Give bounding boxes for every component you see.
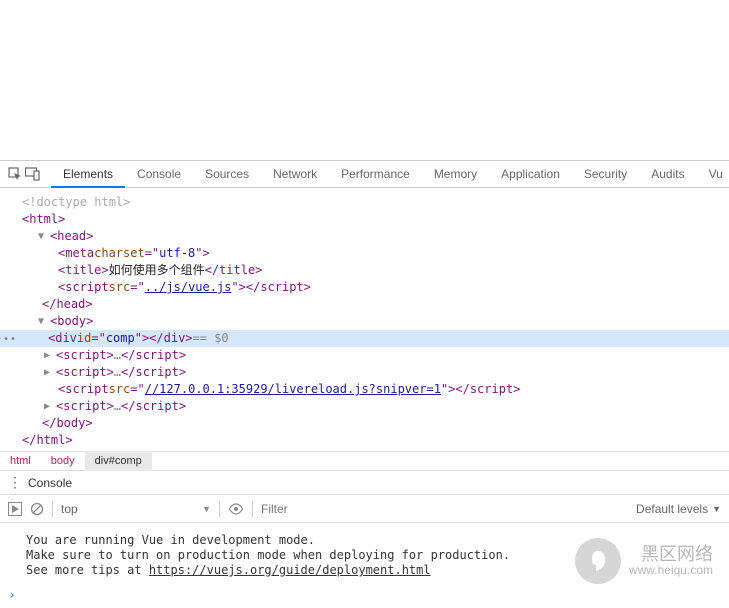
head-close-tag[interactable]: </head> (10, 296, 729, 313)
eye-icon[interactable] (228, 503, 244, 515)
watermark: 黑区网络 www.heiqu.com (575, 538, 713, 584)
breadcrumb: html body div#comp (0, 451, 729, 471)
selection-dots-icon: ••• (0, 331, 17, 348)
breadcrumb-div-comp[interactable]: div#comp (85, 451, 152, 471)
expand-icon[interactable]: ▶ (44, 398, 54, 415)
console-prompt[interactable]: › (0, 586, 729, 608)
separator (52, 501, 53, 517)
breadcrumb-body[interactable]: body (41, 451, 85, 471)
html-open-tag[interactable]: <html> (22, 211, 65, 228)
log-levels-selector[interactable]: Default levels ▼ (636, 502, 721, 516)
clear-console-icon[interactable] (30, 502, 44, 516)
play-icon[interactable] (8, 502, 22, 516)
script-node-collapsed[interactable]: ▶<script>…</script> (10, 347, 729, 364)
body-close-tag[interactable]: </body> (10, 415, 729, 432)
watermark-title: 黑区网络 (629, 545, 713, 565)
console-title: Console (28, 476, 72, 490)
script-livereload-node[interactable]: <script src="//127.0.0.1:35929/livereloa… (10, 381, 729, 398)
title-node[interactable]: <title>如何使用多个组件</title> (10, 262, 729, 279)
tab-elements[interactable]: Elements (51, 160, 125, 188)
device-toggle-icon[interactable] (25, 163, 41, 185)
tab-console[interactable]: Console (125, 160, 193, 188)
chevron-down-icon: ▼ (202, 504, 211, 514)
expand-body-icon[interactable]: ▼ (38, 313, 48, 330)
devtools-tabbar: Elements Console Sources Network Perform… (0, 160, 729, 188)
tab-network[interactable]: Network (261, 160, 329, 188)
body-open-tag[interactable]: <body> (50, 313, 93, 330)
separator (219, 501, 220, 517)
watermark-url: www.heiqu.com (629, 564, 713, 577)
tab-sources[interactable]: Sources (193, 160, 261, 188)
console-toolbar: top ▼ Default levels ▼ (0, 495, 729, 523)
kebab-menu-icon[interactable]: ⋮ (8, 474, 22, 491)
tab-security[interactable]: Security (572, 160, 639, 188)
watermark-logo-icon (575, 538, 621, 584)
meta-node[interactable]: <meta charset="utf-8"> (10, 245, 729, 262)
html-close-tag[interactable]: </html> (10, 432, 729, 449)
tab-vue[interactable]: Vu (697, 160, 729, 188)
expand-head-icon[interactable]: ▼ (38, 228, 48, 245)
inspect-icon[interactable] (8, 163, 23, 185)
script-node-collapsed[interactable]: ▶<script>…</script> (10, 398, 729, 415)
script-vue-node[interactable]: <script src="../js/vue.js"></script> (10, 279, 729, 296)
expand-icon[interactable]: ▶ (44, 347, 54, 364)
expand-icon[interactable]: ▶ (44, 364, 54, 381)
page-content-area (0, 0, 729, 160)
tab-memory[interactable]: Memory (422, 160, 489, 188)
doctype-node[interactable]: <!doctype html> (22, 194, 130, 211)
elements-dom-tree[interactable]: <!doctype html> <html> ▼<head> <meta cha… (0, 188, 729, 451)
separator (252, 501, 253, 517)
script-node-collapsed[interactable]: ▶<script>…</script> (10, 364, 729, 381)
deployment-link[interactable]: https://vuejs.org/guide/deployment.html (149, 563, 431, 577)
selected-node-div-comp[interactable]: ••• <div id="comp"></div> == $0 (0, 330, 729, 347)
tab-audits[interactable]: Audits (639, 160, 696, 188)
head-open-tag[interactable]: <head> (50, 228, 93, 245)
chevron-down-icon: ▼ (712, 504, 721, 514)
tab-performance[interactable]: Performance (329, 160, 422, 188)
console-filter-input[interactable] (261, 502, 628, 516)
console-drawer-header: ⋮ Console (0, 471, 729, 495)
context-selector[interactable]: top ▼ (61, 502, 211, 516)
tab-application[interactable]: Application (489, 160, 572, 188)
breadcrumb-html[interactable]: html (0, 451, 41, 471)
